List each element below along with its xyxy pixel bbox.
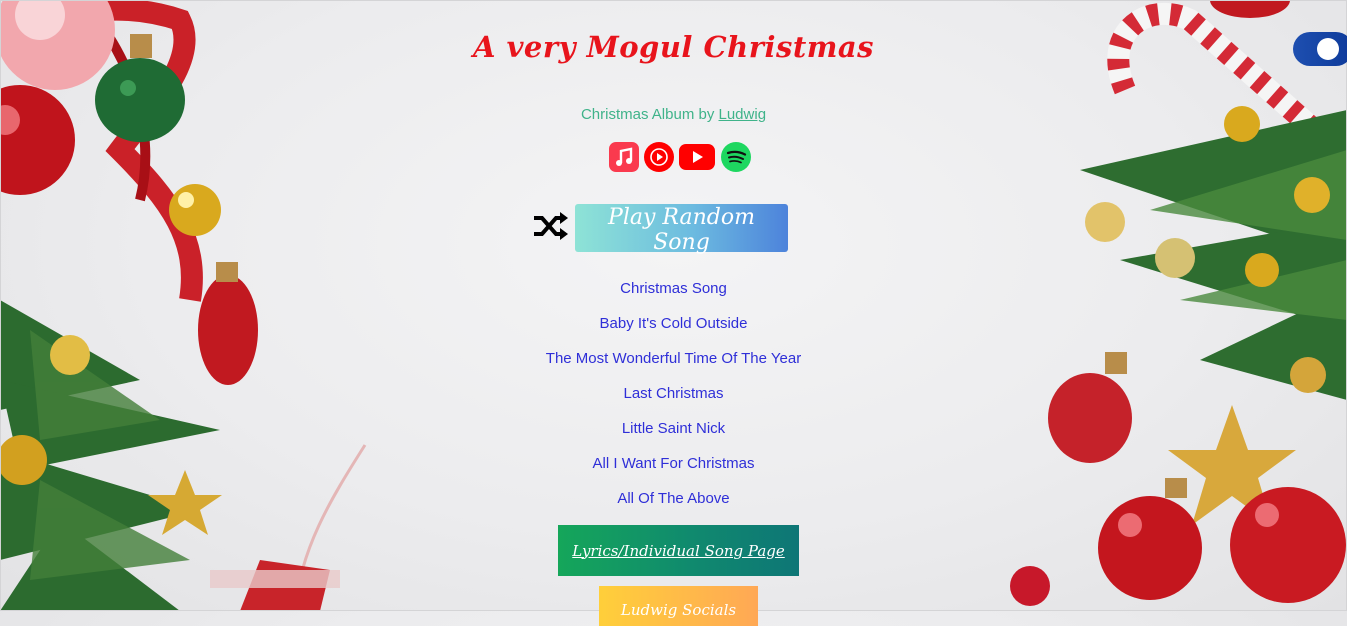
theme-toggle[interactable]: [1293, 32, 1347, 66]
page-title: A very Mogul Christmas: [472, 30, 875, 64]
shuffle-icon[interactable]: [532, 210, 568, 242]
song-link[interactable]: All Of The Above: [617, 490, 729, 507]
song-link[interactable]: Christmas Song: [620, 280, 727, 297]
artist-link[interactable]: Ludwig: [719, 106, 767, 123]
song-list: Christmas Song Baby It's Cold Outside Th…: [0, 279, 1347, 524]
socials-button[interactable]: Ludwig Socials: [599, 586, 758, 626]
list-item: All Of The Above: [0, 489, 1347, 524]
youtube-music-icon[interactable]: [643, 141, 674, 172]
song-link[interactable]: The Most Wonderful Time Of The Year: [546, 350, 801, 367]
spotify-icon[interactable]: [720, 141, 751, 172]
list-item: Little Saint Nick: [0, 419, 1347, 454]
album-byline: Christmas Album by Ludwig: [0, 106, 1347, 123]
byline-prefix: Christmas Album by: [580, 106, 715, 123]
song-link[interactable]: All I Want For Christmas: [593, 455, 755, 472]
song-link[interactable]: Little Saint Nick: [622, 420, 725, 437]
list-item: Christmas Song: [0, 279, 1347, 314]
song-link[interactable]: Baby It's Cold Outside: [600, 315, 748, 332]
youtube-icon[interactable]: [678, 141, 716, 172]
list-item: Baby It's Cold Outside: [0, 314, 1347, 349]
list-item: The Most Wonderful Time Of The Year: [0, 349, 1347, 384]
list-item: All I Want For Christmas: [0, 454, 1347, 489]
toggle-knob: [1317, 38, 1339, 60]
apple-music-icon[interactable]: [608, 141, 639, 172]
song-link[interactable]: Last Christmas: [623, 385, 723, 402]
platform-links: [608, 141, 751, 172]
play-random-song-button[interactable]: Play Random Song: [575, 204, 788, 255]
lyrics-page-button[interactable]: Lyrics/Individual Song Page: [558, 525, 799, 576]
list-item: Last Christmas: [0, 384, 1347, 419]
